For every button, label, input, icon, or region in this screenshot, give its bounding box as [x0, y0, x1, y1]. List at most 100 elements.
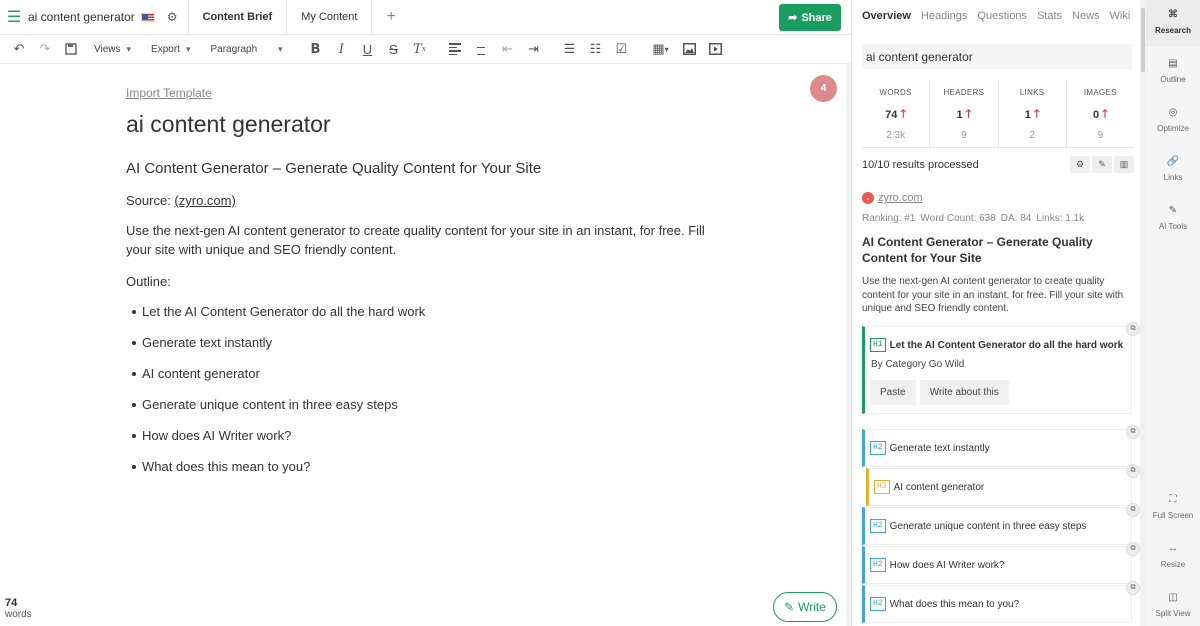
sidebar-item-full-screen[interactable]: ⛶ Full Screen [1146, 494, 1200, 520]
list-item[interactable]: Generate unique content in three easy st… [131, 389, 425, 420]
result-site[interactable]: ● zyro.com [862, 192, 923, 204]
align-left-icon[interactable] [442, 38, 468, 60]
description-paragraph[interactable]: Use the next-gen AI content generator to… [126, 221, 726, 259]
paragraph-dropdown[interactable]: Paragraph ▾ [200, 44, 292, 55]
heading-text: Generate unique content in three easy st… [889, 520, 1087, 532]
tab-overview[interactable]: Overview [862, 10, 911, 22]
heading-card-h2[interactable]: H2 Generate unique content in three easy… [862, 503, 1140, 545]
resize-icon: ↔ [1168, 543, 1178, 554]
outline-label[interactable]: Outline: [126, 272, 171, 291]
copy-icon[interactable]: ⧉ [1126, 425, 1140, 439]
numbered-list-icon[interactable]: ☷ [582, 38, 608, 60]
export-dropdown[interactable]: Export ▾ [141, 44, 200, 55]
heading-text: What does this mean to you? [889, 598, 1020, 610]
outdent-icon[interactable]: ⇤ [494, 38, 520, 60]
align-center-icon[interactable] [468, 38, 494, 60]
keyword-input[interactable] [862, 44, 1132, 69]
list-item[interactable]: What does this mean to you? [131, 451, 425, 482]
underline-icon[interactable]: U [354, 38, 380, 60]
document-heading[interactable]: ai content generator [126, 111, 331, 138]
heading-tag: H2 [870, 441, 886, 455]
menu-icon[interactable]: ☰ [0, 7, 28, 27]
chart-icon[interactable]: ▥ [1114, 156, 1134, 173]
views-dropdown[interactable]: Views ▾ [84, 44, 141, 55]
indent-icon[interactable]: ⇥ [520, 38, 546, 60]
sidebar-item-outline[interactable]: ▤ Outline [1146, 58, 1200, 84]
binoculars-icon: ⌘ [1168, 9, 1178, 20]
split-view-icon: ◫ [1168, 592, 1178, 603]
list-item[interactable]: How does AI Writer work? [131, 420, 425, 451]
result-description: Use the next-gen AI content generator to… [862, 276, 1124, 314]
tab-wiki[interactable]: Wiki [1110, 10, 1131, 22]
import-template-link[interactable]: Import Template [126, 86, 212, 100]
site-link[interactable]: zyro.com [878, 192, 923, 204]
write-about-this-button[interactable]: Write about this [919, 380, 1009, 405]
source-link[interactable]: (zyro.com) [174, 193, 235, 208]
target-icon: ◎ [1168, 107, 1178, 118]
list-item[interactable]: Let the AI Content Generator do all the … [131, 296, 425, 327]
stat-images: IMAGES 0 🡑 9 [1067, 80, 1134, 147]
result-word-count: Word Count: 638 [920, 213, 996, 224]
sidebar-item-optimize[interactable]: ◎ Optimize [1146, 107, 1200, 133]
tab-stats[interactable]: Stats [1037, 10, 1062, 22]
notification-badge[interactable]: 4 [810, 75, 837, 102]
video-icon[interactable] [702, 38, 728, 60]
document-title[interactable]: ai content generator ⚙ [28, 10, 188, 24]
stat-value: 1 🡑 [930, 105, 997, 124]
stats-summary: WORDS 74 🡑 2.3k HEADERS 1 🡑 9 LINKS 1 🡑 2 I… [862, 80, 1134, 148]
tab-headings[interactable]: Headings [921, 10, 967, 22]
copy-icon[interactable]: ⧉ [1126, 322, 1140, 336]
checklist-icon[interactable]: ☑ [608, 38, 634, 60]
tab-questions[interactable]: Questions [977, 10, 1027, 22]
chevron-down-icon: ▾ [185, 43, 191, 54]
heading-card-h1[interactable]: H1 Let the AI Content Generator do all t… [862, 322, 1140, 414]
magic-wand-icon: ✎ [784, 600, 795, 614]
paste-button[interactable]: Paste [870, 380, 916, 405]
strikethrough-icon[interactable]: S [380, 38, 406, 60]
editor-area[interactable]: Import Template 4 ai content generator A… [0, 64, 846, 626]
tab-my-content[interactable]: My Content [286, 0, 371, 35]
add-tab-button[interactable]: + [371, 0, 409, 35]
sidebar-item-research[interactable]: ⌘ Research [1146, 0, 1200, 46]
redo-icon[interactable]: ↷ [32, 38, 58, 60]
heading-card-h2[interactable]: H2 What does this mean to you? ⧉ [862, 581, 1140, 623]
save-icon[interactable] [58, 38, 84, 60]
sidebar-item-split-view[interactable]: ◫ Split View [1146, 592, 1200, 618]
stat-label: IMAGES [1083, 88, 1117, 97]
heading-card-h2[interactable]: H2 How does AI Writer work? ⧉ [862, 542, 1140, 584]
write-label: Write [798, 600, 826, 614]
clear-format-icon[interactable]: Tx [406, 38, 432, 60]
copy-icon[interactable]: ⧉ [1126, 581, 1140, 595]
settings-icon[interactable]: ⚙ [1070, 156, 1090, 173]
italic-icon[interactable]: I [328, 38, 354, 60]
arrow-up-icon: 🡑 [900, 108, 907, 120]
undo-icon[interactable]: ↶ [6, 38, 32, 60]
heading-card-h3[interactable]: H3 AI content generator ⧉ [866, 464, 1140, 506]
source-line[interactable]: Source: (zyro.com) [126, 191, 236, 210]
magic-wand-icon[interactable]: ✎ [1092, 156, 1112, 173]
bold-icon[interactable]: B [302, 38, 328, 60]
sidebar-item-resize[interactable]: ↔ Resize [1146, 543, 1200, 569]
table-icon[interactable]: ▦ ▾ [644, 38, 676, 60]
copy-icon[interactable]: ⧉ [1126, 542, 1140, 556]
sidebar-item-links[interactable]: 🔗 Links [1146, 156, 1200, 182]
tab-content-brief[interactable]: Content Brief [187, 0, 287, 35]
content-heading[interactable]: AI Content Generator – Generate Quality … [126, 160, 541, 177]
bullet-list-icon[interactable]: ☰ [556, 38, 582, 60]
image-icon[interactable] [676, 38, 702, 60]
share-label: Share [801, 11, 832, 24]
results-status: 10/10 results processed [862, 159, 979, 171]
heading-text: How does AI Writer work? [889, 559, 1005, 571]
share-button[interactable]: ➦ Share [779, 4, 841, 31]
write-button[interactable]: ✎ Write [773, 592, 837, 622]
sidebar-item-ai-tools[interactable]: ✎ AI Tools [1146, 205, 1200, 231]
copy-icon[interactable]: ⧉ [1126, 464, 1140, 478]
gear-icon[interactable]: ⚙ [167, 10, 178, 24]
us-flag-icon[interactable] [140, 12, 155, 22]
list-item[interactable]: Generate text instantly [131, 327, 425, 358]
copy-icon[interactable]: ⧉ [1126, 503, 1140, 517]
heading-card-h2[interactable]: H2 Generate text instantly ⧉ [862, 425, 1140, 467]
list-item[interactable]: AI content generator [131, 358, 425, 389]
tab-news[interactable]: News [1072, 10, 1100, 22]
sidebar-item-label: Resize [1160, 560, 1186, 569]
